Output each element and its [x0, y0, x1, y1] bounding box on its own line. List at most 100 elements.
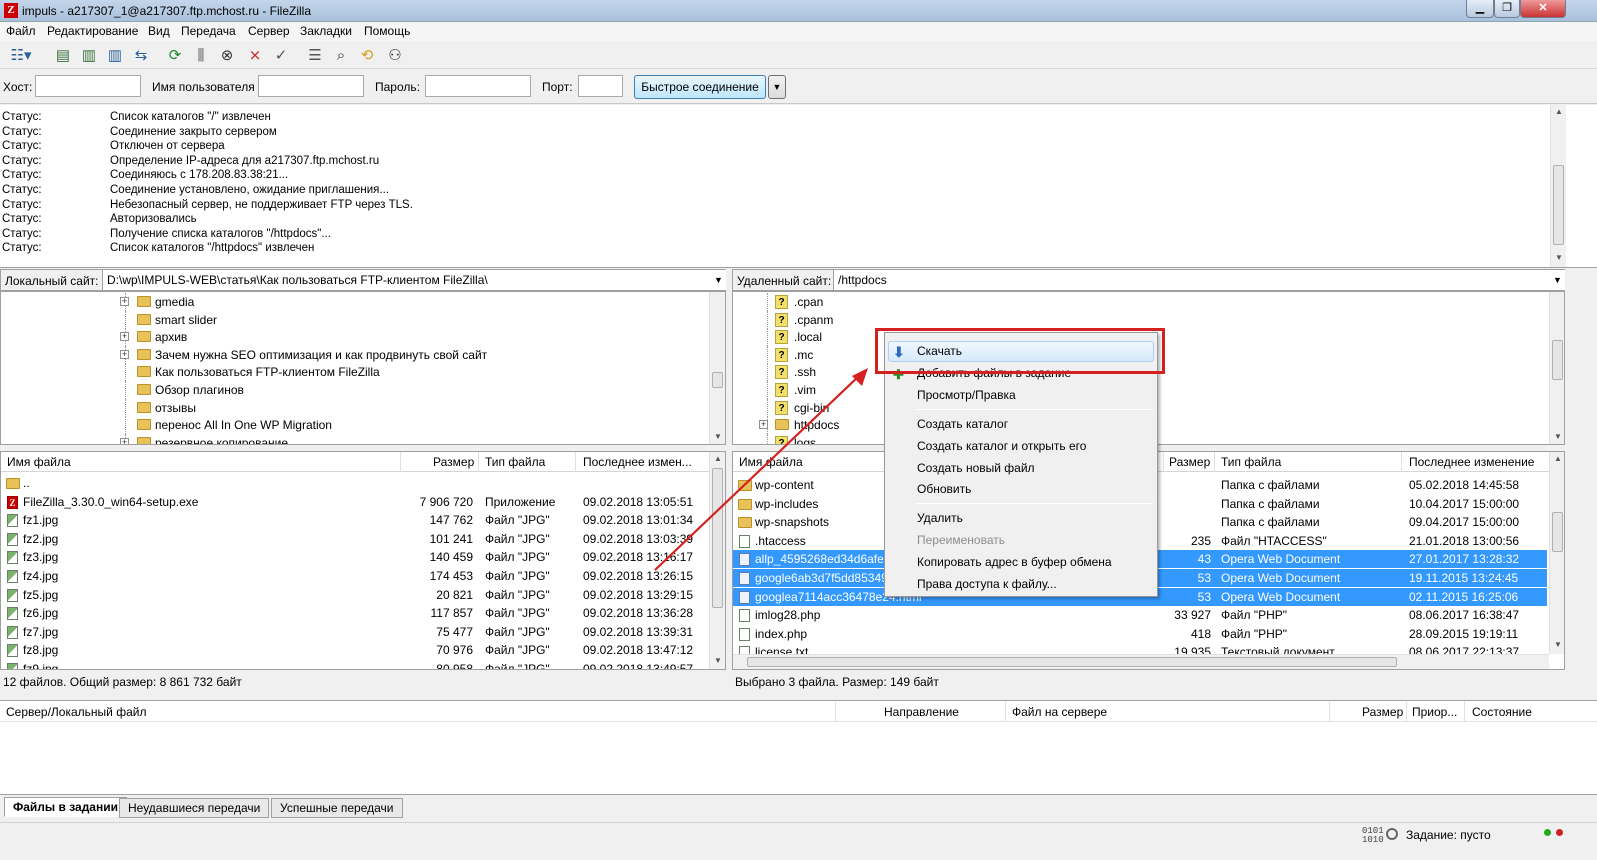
table-row[interactable]: .. — [1, 474, 707, 492]
disconnect-icon[interactable]: ⨯ — [244, 45, 266, 67]
toggle-log-icon[interactable]: ▤ — [52, 45, 74, 67]
menu-view[interactable]: Вид — [148, 24, 170, 38]
remote-list-scroll-thumb[interactable] — [1552, 512, 1563, 552]
local-path-dropdown-icon[interactable]: ▼ — [714, 275, 723, 285]
scroll-up-arrow-icon[interactable]: ▲ — [1550, 452, 1564, 466]
tab-failed-transfers[interactable]: Неудавшиеся передачи — [119, 798, 270, 818]
remote-path-dropdown-icon[interactable]: ▼ — [1553, 275, 1562, 285]
menu-file[interactable]: Файл — [6, 24, 36, 38]
remote-tree-scroll-thumb[interactable] — [1552, 340, 1563, 380]
table-row[interactable]: fz8.jpg 70 976 Файл "JPG" 09.02.2018 13:47:… — [1, 641, 707, 659]
remote-tree-scrollbar[interactable]: ▼ — [1549, 292, 1564, 444]
search-icon[interactable]: ⌕ — [330, 45, 352, 67]
tab-queued-files[interactable]: Файлы в задании — [4, 797, 127, 817]
remote-list-hscrollbar[interactable] — [733, 654, 1549, 669]
host-input[interactable] — [35, 75, 141, 97]
remote-list-hscroll-thumb[interactable] — [747, 657, 1397, 667]
tree-item[interactable]: smart slider — [1, 310, 701, 329]
table-row[interactable]: fz2.jpg 101 241 Файл "JPG" 09.02.2018 13:03… — [1, 530, 707, 548]
site-manager-icon[interactable]: ☷▾ — [4, 45, 38, 67]
tab-successful-transfers[interactable]: Успешные передачи — [271, 798, 403, 818]
port-input[interactable] — [578, 75, 623, 97]
table-row[interactable]: imlog28.php 33 927 Файл "PHP" 08.06.2017 16… — [733, 606, 1547, 624]
tree-item[interactable]: ? .cpan — [733, 293, 1533, 311]
menu-help[interactable]: Помощь — [364, 24, 410, 38]
tree-item[interactable]: Обзор плагинов — [1, 381, 701, 399]
context-menu-item[interactable]: Создать каталог — [917, 417, 1008, 431]
scroll-up-arrow-icon[interactable]: ▲ — [1551, 105, 1567, 119]
queue-col-status[interactable]: Состояние — [1472, 705, 1532, 719]
username-input[interactable] — [258, 75, 364, 97]
menu-server[interactable]: Сервер — [248, 24, 290, 38]
maximize-button[interactable]: ❐ — [1494, 0, 1520, 18]
queue-col-remote[interactable]: Файл на сервере — [1012, 705, 1107, 719]
minimize-button[interactable]: ▁ — [1466, 0, 1494, 18]
scroll-down-arrow-icon[interactable]: ▼ — [1550, 638, 1564, 652]
tree-item[interactable]: ? .cpanm — [733, 310, 1533, 329]
tree-item[interactable]: Как пользоваться FTP-клиентом FileZilla — [1, 363, 701, 382]
tree-item[interactable]: отзывы — [1, 398, 701, 417]
remote-path-input[interactable]: /httpdocs — [833, 270, 1565, 290]
expand-icon[interactable]: + — [120, 437, 129, 444]
context-menu-item[interactable]: Обновить — [917, 482, 971, 496]
queue-col-file[interactable]: Сервер/Локальный файл — [6, 705, 146, 719]
quickconnect-button[interactable]: Быстрое соединение — [634, 75, 766, 99]
context-menu-item[interactable]: Удалить — [917, 511, 963, 525]
menu-edit[interactable]: Редактирование — [47, 24, 138, 38]
log-scrollbar[interactable]: ▲ ▼ — [1550, 105, 1566, 267]
remote-col-size[interactable]: Размер — [1169, 455, 1210, 469]
log-scroll-thumb[interactable] — [1553, 165, 1564, 245]
remote-col-modified[interactable]: Последнее изменение — [1409, 455, 1534, 469]
table-row[interactable]: fz9.jpg 80 958 Файл "JPG" 09.02.2018 13:49:… — [1, 660, 707, 669]
directory-filter-icon[interactable]: ☰ — [304, 45, 326, 67]
menu-bookmarks[interactable]: Закладки — [300, 24, 352, 38]
tree-item[interactable]: перенос All In One WP Migration — [1, 416, 701, 435]
toggle-queue-icon[interactable]: ⇆ — [130, 45, 152, 67]
scroll-down-arrow-icon[interactable]: ▼ — [1550, 430, 1564, 444]
tree-item[interactable]: + gmedia — [1, 293, 701, 311]
cancel-icon[interactable]: ⊗ — [216, 45, 238, 67]
expand-icon[interactable]: + — [120, 297, 129, 306]
sync-browsing-icon[interactable]: ⟲ — [356, 45, 378, 67]
context-menu-item[interactable]: Просмотр/Правка — [917, 388, 1016, 402]
table-row[interactable]: fz7.jpg 75 477 Файл "JPG" 09.02.2018 13:39:… — [1, 623, 707, 641]
refresh-icon[interactable]: ⟳ — [164, 45, 186, 67]
table-row[interactable]: fz5.jpg 20 821 Файл "JPG" 09.02.2018 13:29:… — [1, 586, 707, 604]
table-row[interactable]: license.txt 19 935 Текстовый документ 08.06… — [733, 643, 1547, 654]
scroll-down-arrow-icon[interactable]: ▼ — [1551, 251, 1567, 265]
table-row[interactable]: fz3.jpg 140 459 Файл "JPG" 09.02.2018 13:16… — [1, 548, 707, 566]
toggle-remote-tree-icon[interactable]: ▥ — [104, 45, 126, 67]
scroll-down-arrow-icon[interactable]: ▼ — [710, 654, 725, 668]
expand-icon[interactable]: + — [120, 332, 129, 342]
context-menu-item[interactable]: Копировать адрес в буфер обмена — [917, 555, 1112, 569]
remote-col-type[interactable]: Тип файла — [1221, 455, 1281, 469]
process-queue-icon[interactable]: ⫼ — [190, 45, 212, 67]
context-menu-item[interactable]: Создать каталог и открыть его — [917, 439, 1086, 453]
tree-item[interactable]: + резервное копирование — [1, 433, 701, 444]
table-row[interactable]: fz1.jpg 147 762 Файл "JPG" 09.02.2018 13:01… — [1, 511, 707, 529]
table-row[interactable]: fz6.jpg 117 857 Файл "JPG" 09.02.2018 13:36… — [1, 604, 707, 622]
table-row[interactable]: index.php 418 Файл "PHP" 28.09.2015 19:19:1… — [733, 625, 1547, 643]
table-row[interactable]: Z FileZilla_3.30.0_win64-setup.exe 7 906 7… — [1, 493, 707, 511]
remote-list-scrollbar[interactable]: ▲ ▼ — [1549, 452, 1564, 654]
tree-item[interactable]: + Зачем нужна SEO оптимизация и как продв… — [1, 345, 701, 364]
context-menu-item[interactable]: Права доступа к файлу... — [917, 577, 1057, 591]
local-col-type[interactable]: Тип файла — [485, 455, 545, 469]
context-menu-item[interactable]: Создать новый файл — [917, 461, 1035, 475]
local-col-name[interactable]: Имя файла — [7, 455, 71, 469]
reconnect-icon[interactable]: ✓ — [270, 45, 292, 67]
queue-col-size[interactable]: Размер — [1362, 705, 1403, 719]
toggle-local-tree-icon[interactable]: ▥ — [78, 45, 100, 67]
speed-limit-icon[interactable] — [1386, 828, 1398, 840]
table-row[interactable]: fz4.jpg 174 453 Файл "JPG" 09.02.2018 13:26… — [1, 567, 707, 585]
expand-icon[interactable]: + — [120, 349, 129, 359]
queue-col-direction[interactable]: Направление — [884, 705, 959, 719]
close-button[interactable]: ✕ — [1520, 0, 1566, 18]
password-input[interactable] — [425, 75, 531, 97]
local-path-input[interactable]: D:\wp\IMPULS-WEB\статья\Как пользоваться… — [102, 270, 726, 290]
find-files-icon[interactable]: ⚇ — [384, 45, 406, 67]
queue-col-priority[interactable]: Приор... — [1412, 705, 1457, 719]
menu-transfer[interactable]: Передача — [181, 24, 236, 38]
local-col-size[interactable]: Размер — [433, 455, 474, 469]
tree-item[interactable]: + архив — [1, 328, 701, 347]
